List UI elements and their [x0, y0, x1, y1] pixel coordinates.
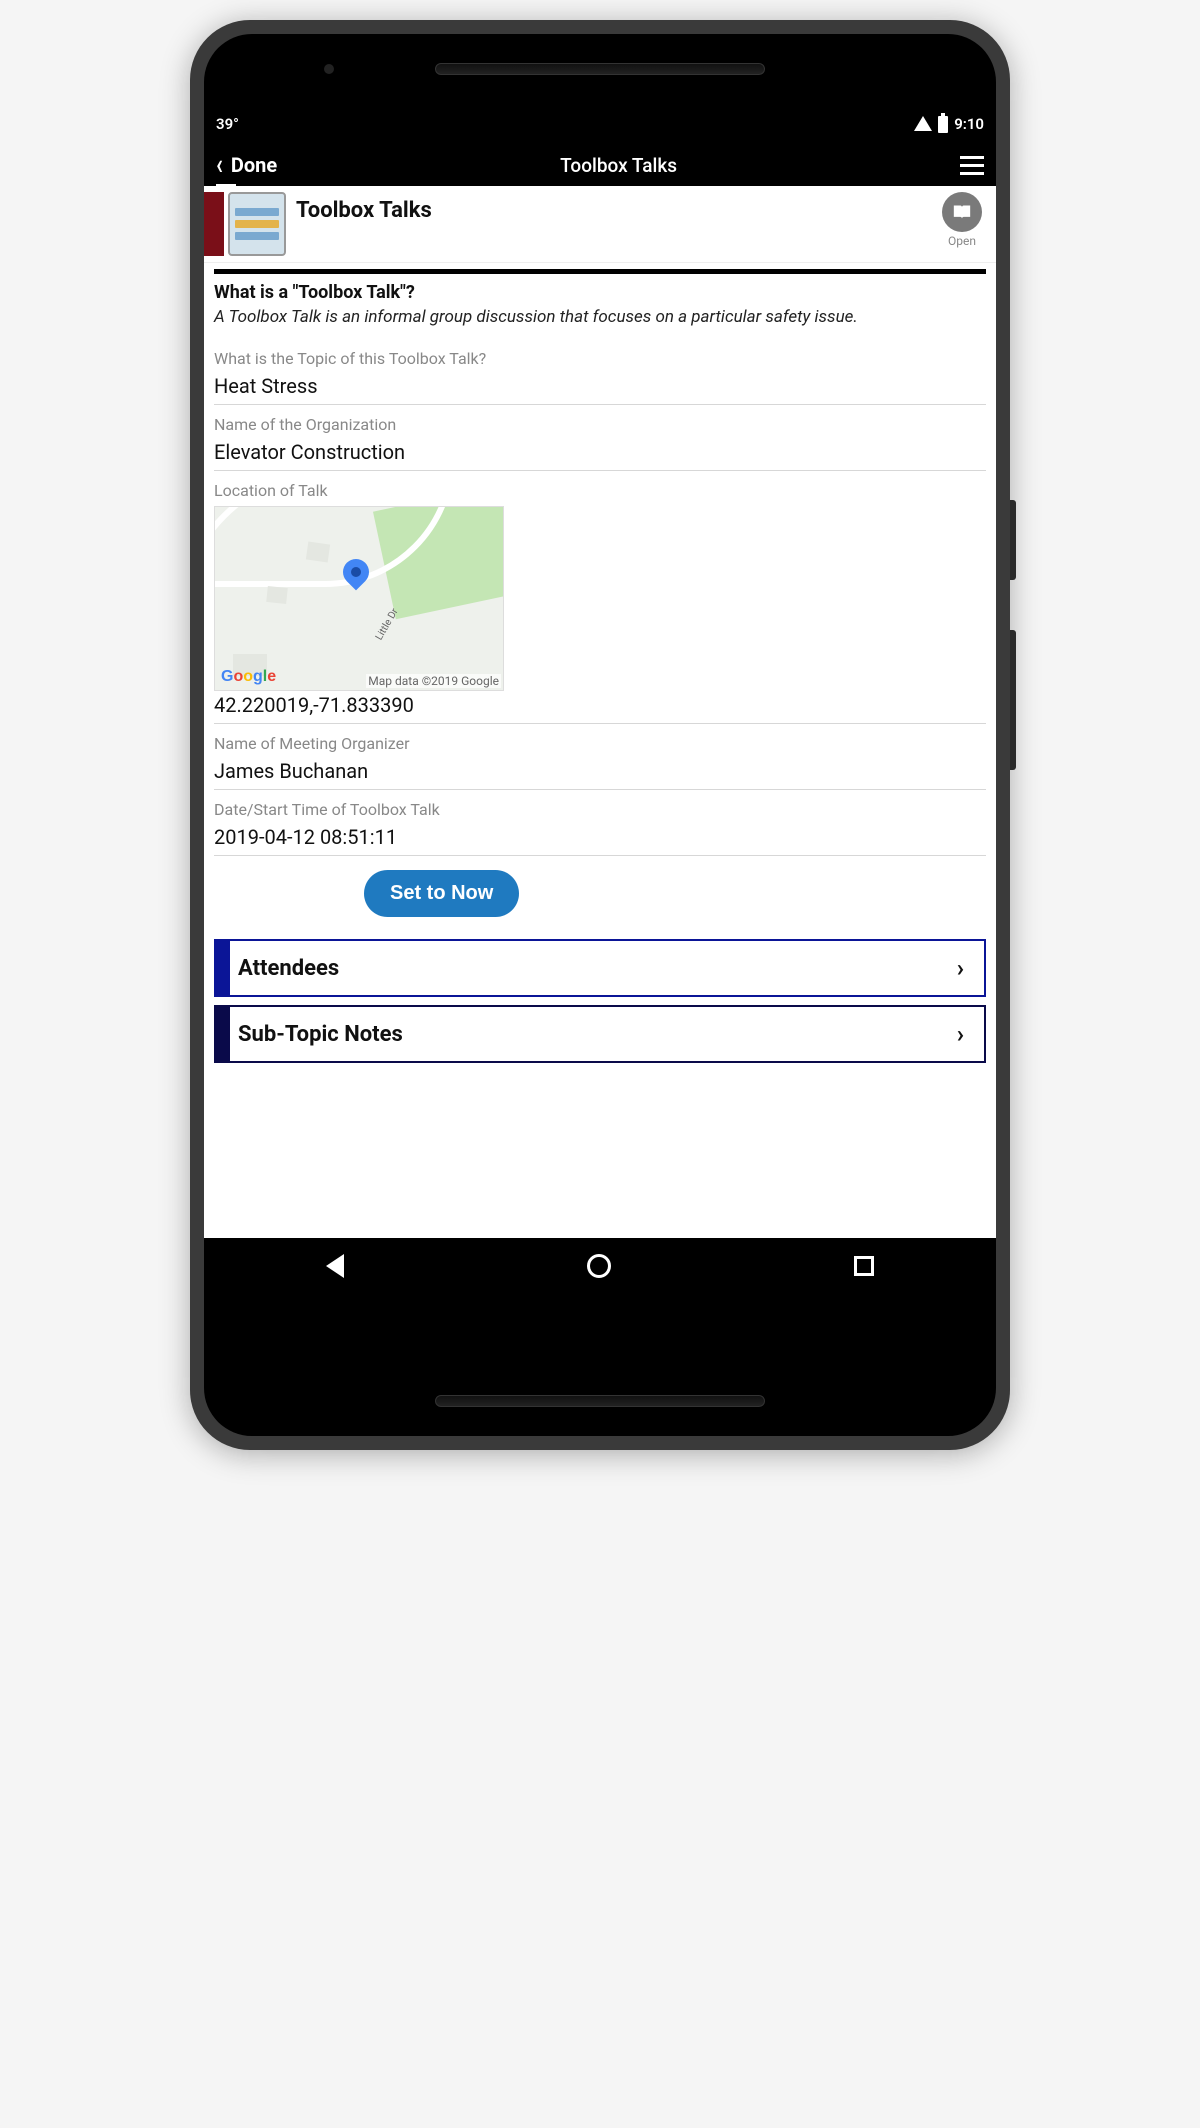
- topic-field[interactable]: What is the Topic of this Toolbox Talk? …: [204, 339, 996, 405]
- toolbox-icon: [228, 192, 286, 256]
- phone-side-button: [1010, 630, 1016, 770]
- location-field: Location of Talk Little Dr Google: [204, 471, 996, 724]
- organization-value: Elevator Construction: [214, 438, 986, 471]
- menu-button[interactable]: [960, 156, 984, 175]
- open-book-icon: [942, 192, 982, 232]
- section-prompt: What is a "Toolbox Talk"?: [204, 274, 996, 307]
- wifi-icon: [914, 116, 932, 131]
- open-label: Open: [942, 234, 982, 248]
- open-button[interactable]: Open: [942, 192, 982, 248]
- form-title: Toolbox Talks: [296, 192, 942, 223]
- android-nav-bar: [204, 1238, 996, 1294]
- subtopic-notes-label: Sub-Topic Notes: [230, 1022, 957, 1047]
- attendees-row[interactable]: Attendees ›: [214, 939, 986, 997]
- topic-label: What is the Topic of this Toolbox Talk?: [214, 349, 986, 368]
- status-clock: 9:10: [954, 115, 984, 133]
- form-accent-bar: [204, 192, 224, 256]
- form-header: Toolbox Talks Open: [204, 186, 996, 263]
- location-label: Location of Talk: [214, 481, 986, 500]
- android-back-button[interactable]: [326, 1254, 344, 1278]
- phone-speaker-bottom: [204, 1366, 996, 1436]
- battery-icon: [938, 116, 948, 133]
- organizer-value: James Buchanan: [214, 757, 986, 790]
- chevron-right-icon: ›: [957, 954, 984, 982]
- android-recent-button[interactable]: [854, 1256, 874, 1276]
- map-attribution: Map data ©2019 Google: [366, 674, 501, 688]
- google-logo: Google: [221, 668, 276, 686]
- row-accent: [216, 941, 230, 995]
- done-button[interactable]: ‹ Done: [216, 153, 277, 178]
- screen: 39° 9:10 ‹ Done Toolbox Talks: [204, 104, 996, 1294]
- attendees-label: Attendees: [230, 956, 957, 981]
- form-content: What is a "Toolbox Talk"? A Toolbox Talk…: [204, 263, 996, 1238]
- row-accent: [216, 1007, 230, 1061]
- organization-label: Name of the Organization: [214, 415, 986, 434]
- android-status-bar: 39° 9:10: [204, 104, 996, 144]
- phone-speaker-top: [204, 34, 996, 104]
- subtopic-notes-row[interactable]: Sub-Topic Notes ›: [214, 1005, 986, 1063]
- section-description: A Toolbox Talk is an informal group disc…: [204, 307, 996, 339]
- organizer-label: Name of Meeting Organizer: [214, 734, 986, 753]
- phone-side-button: [1010, 500, 1016, 580]
- organizer-field[interactable]: Name of Meeting Organizer James Buchanan: [204, 724, 996, 790]
- organization-field[interactable]: Name of the Organization Elevator Constr…: [204, 405, 996, 471]
- datetime-value: 2019-04-12 08:51:11: [214, 823, 986, 856]
- app-bar-title: Toolbox Talks: [560, 154, 677, 177]
- datetime-field[interactable]: Date/Start Time of Toolbox Talk 2019-04-…: [204, 790, 996, 856]
- phone-frame: 39° 9:10 ‹ Done Toolbox Talks: [190, 20, 1010, 1450]
- back-chevron-icon: ‹: [216, 149, 223, 182]
- datetime-label: Date/Start Time of Toolbox Talk: [214, 800, 986, 819]
- chevron-right-icon: ›: [957, 1020, 984, 1048]
- status-temperature: 39°: [216, 115, 239, 133]
- location-map[interactable]: Little Dr Google Map data ©2019 Google: [214, 506, 504, 691]
- hamburger-icon: [960, 156, 984, 159]
- set-to-now-button[interactable]: Set to Now: [364, 870, 519, 917]
- topic-value: Heat Stress: [214, 372, 986, 405]
- android-home-button[interactable]: [587, 1254, 611, 1278]
- location-value[interactable]: 42.220019,-71.833390: [214, 691, 986, 724]
- app-bar: ‹ Done Toolbox Talks: [204, 144, 996, 186]
- done-label: Done: [231, 153, 277, 177]
